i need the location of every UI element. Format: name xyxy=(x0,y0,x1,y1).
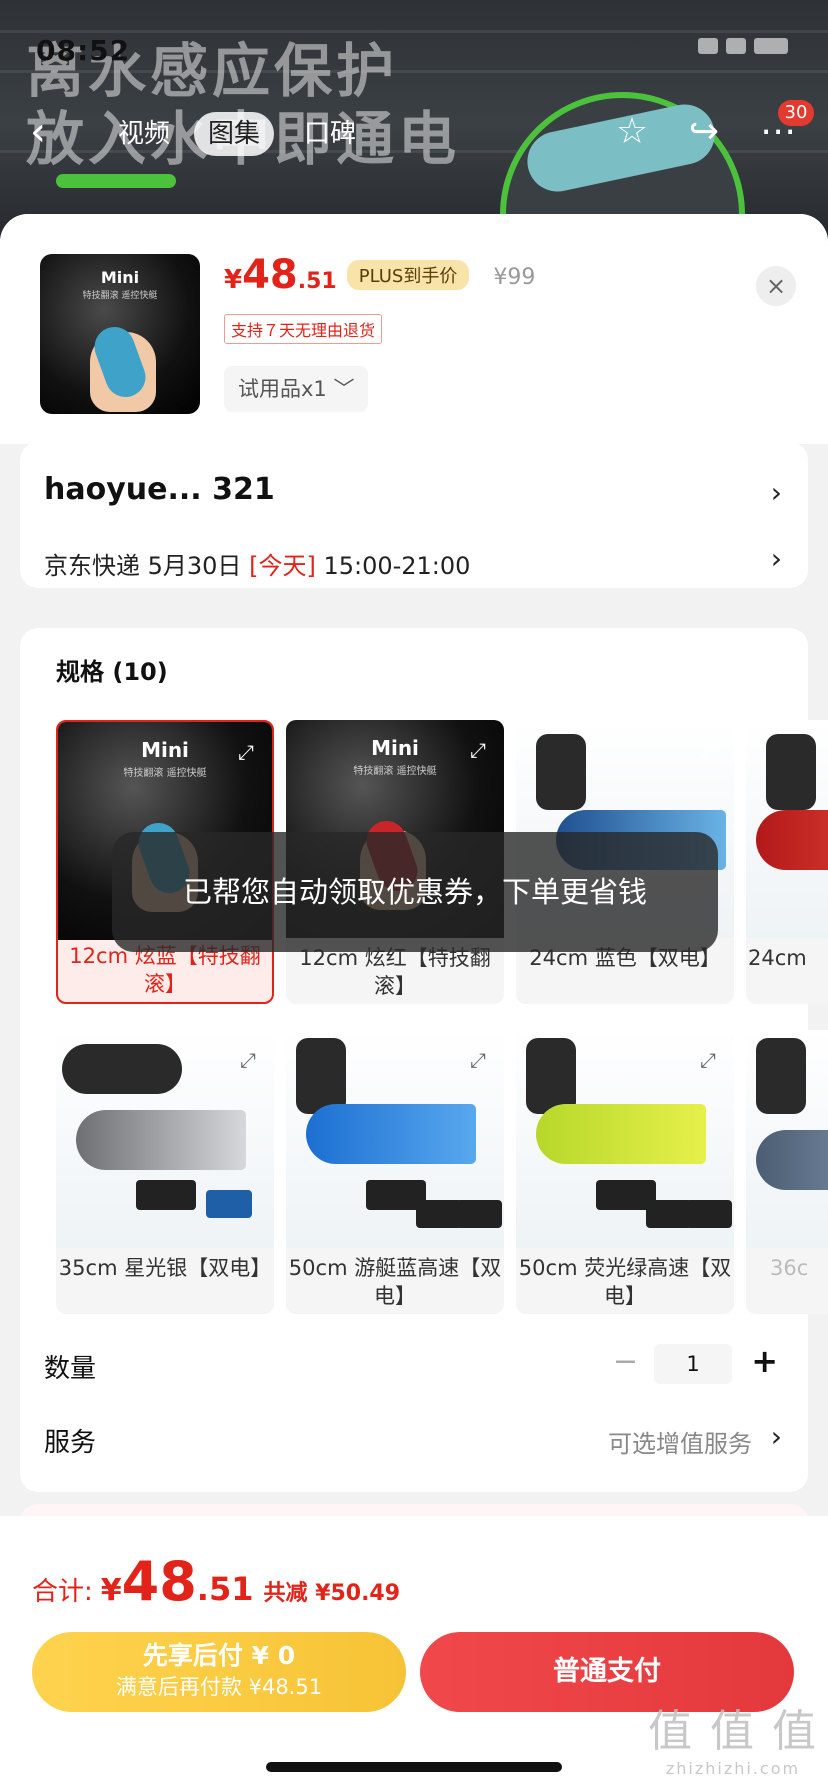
option-image xyxy=(746,1030,828,1248)
pay-later-button[interactable]: 先享后付 ¥ 0 满意后再付款 ¥48.51 xyxy=(32,1632,406,1712)
star-icon[interactable]: ☆ xyxy=(612,112,652,152)
price-symbol: ¥ xyxy=(224,265,243,295)
expand-icon[interactable]: ⤢ xyxy=(700,738,716,762)
chevron-right-icon[interactable]: › xyxy=(771,1420,782,1453)
shipping-today: [今天] xyxy=(249,552,316,580)
option-label: 36c xyxy=(770,1256,809,1280)
status-icons xyxy=(698,38,788,54)
option-image: ⤢ xyxy=(516,1030,734,1248)
coupon-toast: 已帮您自动领取优惠券，下单更省钱 xyxy=(112,832,718,952)
total-decimal: .51 xyxy=(196,1570,254,1608)
total-symbol: ¥ xyxy=(100,1573,122,1608)
quantity-label: 数量 xyxy=(44,1354,97,1384)
chevron-right-icon: › xyxy=(770,542,782,575)
original-price: ¥99 xyxy=(493,265,536,290)
total-label: 合计: xyxy=(32,1577,93,1607)
quantity-input[interactable]: 1 xyxy=(654,1344,732,1384)
address-recipient: haoyue... 321 xyxy=(44,472,275,507)
sheet-header: Mini 特技翻滚 遥控快艇 ¥ 48 .51 PLUS到手价 ¥99 支持７天… xyxy=(0,214,828,444)
quantity-decrement-button[interactable]: − xyxy=(613,1344,638,1379)
pay-later-subtitle: 满意后再付款 ¥48.51 xyxy=(115,1675,323,1699)
return-policy-tag: 支持７天无理由退货 xyxy=(224,314,383,344)
option-image: ⤢ xyxy=(56,1030,274,1248)
option-label: 35cm 星光银【双电】 xyxy=(58,1256,272,1280)
option-image xyxy=(746,720,828,938)
option-label: 50cm 荧光绿高速【双电】 xyxy=(518,1256,732,1308)
top-nav: ‹ 视频 图集 口碑 ☆ ↪ ⋯ xyxy=(0,104,828,160)
spec-option[interactable]: 24cm xyxy=(746,720,828,1004)
service-label: 服务 xyxy=(44,1428,97,1458)
trial-selector[interactable]: 试用品x1 ﹀ xyxy=(224,366,369,412)
spec-option[interactable]: ⤢ 50cm 荧光绿高速【双电】 xyxy=(516,1030,734,1314)
price-integer: 48 xyxy=(242,252,298,298)
boat-image xyxy=(536,1104,706,1164)
spec-option[interactable]: 36c xyxy=(746,1030,828,1314)
address-card[interactable]: haoyue... 321 › 京东快递 5月30日 [今天] 15:00-21… xyxy=(20,442,808,588)
option-label: 50cm 游艇蓝高速【双电】 xyxy=(288,1256,502,1308)
pay-later-title: 先享后付 ¥ 0 xyxy=(142,1641,296,1670)
share-icon[interactable]: ↪ xyxy=(684,112,724,152)
expand-icon[interactable]: ⤢ xyxy=(240,1048,256,1072)
spec-option[interactable]: ⤢ 35cm 星光银【双电】 xyxy=(56,1030,274,1314)
boat-image xyxy=(76,1110,246,1170)
watermark-logo: 值 值 值 xyxy=(648,1706,818,1757)
quantity-increment-button[interactable]: + xyxy=(751,1342,778,1380)
expand-icon[interactable]: ⤢ xyxy=(470,1048,486,1072)
controller-image xyxy=(62,1044,182,1094)
cart-badge: 30 xyxy=(778,100,814,126)
tab-reviews[interactable]: 口碑 xyxy=(290,112,370,156)
remote-image xyxy=(526,1038,576,1114)
close-icon[interactable]: × xyxy=(756,266,796,306)
total-discount: 共减 ¥50.49 xyxy=(263,1581,401,1606)
back-icon[interactable]: ‹ xyxy=(30,110,46,154)
total-price: 合计: ¥ 48 .51 共减 ¥50.49 xyxy=(32,1550,400,1613)
shipping-window: 15:00-21:00 xyxy=(315,552,471,580)
shipping-carrier-date: 京东快递 5月30日 xyxy=(44,552,250,580)
product-thumbnail[interactable]: Mini 特技翻滚 遥控快艇 xyxy=(40,254,200,414)
chevron-right-icon: › xyxy=(770,476,782,509)
expand-icon[interactable]: ⤢ xyxy=(470,738,486,762)
option-mini-subtitle: 特技翻滚 遥控快艇 xyxy=(123,768,207,779)
tab-video[interactable]: 视频 xyxy=(104,112,184,156)
boat-image xyxy=(756,1130,828,1190)
stand-image xyxy=(136,1180,196,1210)
option-mini-subtitle: 特技翻滚 遥控快艇 xyxy=(353,766,437,777)
tab-gallery[interactable]: 图集 xyxy=(194,112,275,156)
shipping-info: 京东快递 5月30日 [今天] 15:00-21:00 xyxy=(44,546,470,581)
thumb-title: Mini xyxy=(100,268,140,287)
expand-icon[interactable]: ⤢ xyxy=(238,740,254,764)
remote-image xyxy=(756,1038,806,1114)
plus-price-tag: PLUS到手价 xyxy=(346,260,470,290)
status-time: 08:52 xyxy=(36,34,131,67)
boat-image xyxy=(306,1104,476,1164)
thumb-subtitle: 特技翻滚 遥控快艇 xyxy=(82,291,158,301)
home-indicator xyxy=(266,1762,562,1772)
spec-card: 规格 (10) Mini 特技翻滚 遥控快艇 ⤢ 12cm 炫蓝【特技翻滚】 M… xyxy=(20,628,828,1492)
price-row: ¥ 48 .51 PLUS到手价 ¥99 xyxy=(224,252,535,298)
expand-icon[interactable]: ⤢ xyxy=(700,1048,716,1072)
spec-title: 规格 (10) xyxy=(56,658,168,686)
boat-image xyxy=(756,810,828,870)
banner-accent-bar xyxy=(56,174,176,188)
watermark: 值 值 值 zhizhizhi.com xyxy=(648,1695,818,1778)
option-image: ⤢ xyxy=(286,1030,504,1248)
option-label: 24cm xyxy=(748,946,807,970)
spec-option[interactable]: ⤢ 50cm 游艇蓝高速【双电】 xyxy=(286,1030,504,1314)
service-hint[interactable]: 可选增值服务 xyxy=(608,1424,752,1459)
price-decimal: .51 xyxy=(297,269,337,294)
battery-image xyxy=(456,1200,502,1228)
remote-image xyxy=(766,734,816,810)
battery-image xyxy=(686,1200,732,1228)
total-integer: 48 xyxy=(121,1550,197,1613)
battery-image xyxy=(206,1190,252,1218)
watermark-url: zhizhizhi.com xyxy=(665,1759,801,1778)
remote-image xyxy=(296,1038,346,1114)
remote-image xyxy=(536,734,586,810)
